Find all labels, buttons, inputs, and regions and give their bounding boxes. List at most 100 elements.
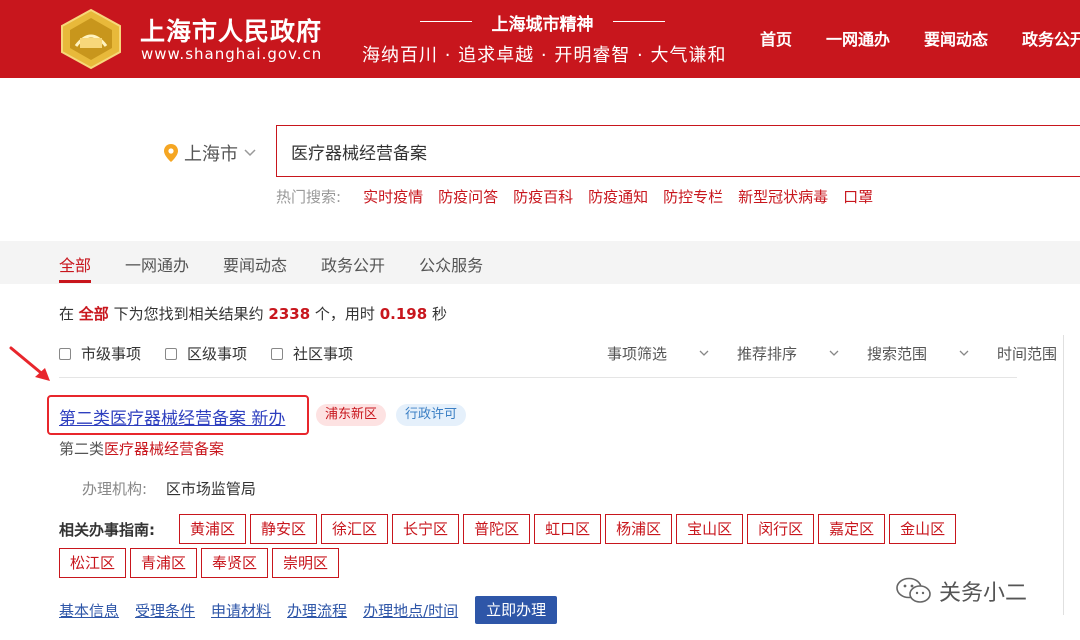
wechat-icon <box>896 577 931 603</box>
link-acceptance-conditions[interactable]: 受理条件 <box>135 600 195 621</box>
watermark: 关务小二 <box>895 575 1027 607</box>
level-filters: 市级事项 区级事项 社区事项 <box>59 343 377 364</box>
guide-district-button[interactable]: 崇明区 <box>272 548 340 578</box>
checkbox[interactable] <box>59 347 71 360</box>
site-name[interactable]: 上海市人民政府 <box>140 12 322 48</box>
main-nav: 首页 一网通办 要闻动态 政务公开 <box>760 26 1080 50</box>
checkbox[interactable] <box>271 347 284 360</box>
site-header: 上海市人民政府 www.shanghai.gov.cn 上海城市精神 海纳百川 … <box>0 0 1080 78</box>
nav-news[interactable]: 要闻动态 <box>924 26 988 50</box>
hot-term[interactable]: 口罩 <box>843 186 873 207</box>
nav-gov-affairs[interactable]: 政务公开 <box>1022 26 1080 50</box>
stats-text: 个，用时 <box>314 305 375 323</box>
guide-label: 相关办事指南: <box>59 521 155 539</box>
site-domain: www.shanghai.gov.cn <box>141 45 323 63</box>
stats-scope: 全部 <box>78 305 109 323</box>
nav-home[interactable]: 首页 <box>760 26 792 50</box>
result-subtitle: 第二类医疗器械经营备案 <box>59 438 224 459</box>
guide-district-button[interactable]: 静安区 <box>250 514 318 544</box>
search-input[interactable] <box>277 126 1080 176</box>
hot-searches-label: 热门搜索: <box>276 188 342 206</box>
dropdown-label: 推荐排序 <box>737 345 798 363</box>
dropdown-sort[interactable]: 推荐排序 <box>737 343 839 364</box>
guide-district-button[interactable]: 闵行区 <box>747 514 815 544</box>
stats-text: 下为您找到相关结果约 <box>113 305 264 323</box>
link-application-materials[interactable]: 申请材料 <box>211 600 271 621</box>
result-tabs: 全部 一网通办 要闻动态 政务公开 公众服务 <box>59 252 517 283</box>
hot-searches: 热门搜索: 实时疫情 防疫问答 防疫百科 防疫通知 防控专栏 新型冠状病毒 口罩 <box>276 186 888 207</box>
subtitle-text: 第二类 <box>59 440 105 458</box>
city-spirit-motto: 海纳百川 · 追求卓越 · 开明睿智 · 大气谦和 <box>362 45 727 66</box>
guide-district-button[interactable]: 长宁区 <box>392 514 460 544</box>
annotation-arrow-icon <box>9 346 50 381</box>
hot-term[interactable]: 新型冠状病毒 <box>738 186 828 207</box>
dropdown-label: 事项筛选 <box>607 345 668 363</box>
stats-text: 秒 <box>431 305 447 323</box>
hot-term[interactable]: 防疫问答 <box>438 186 498 207</box>
stats-time: 0.198 <box>379 305 428 323</box>
guide-district-button[interactable]: 普陀区 <box>463 514 531 544</box>
tab-news[interactable]: 要闻动态 <box>223 252 287 283</box>
link-location-time[interactable]: 办理地点/时间 <box>363 600 458 621</box>
hot-term[interactable]: 防疫通知 <box>588 186 648 207</box>
guide-district-button[interactable]: 徐汇区 <box>321 514 389 544</box>
shanghai-emblem-icon[interactable] <box>58 8 124 70</box>
tab-gov-affairs[interactable]: 政务公开 <box>321 252 385 283</box>
filter-city-level[interactable]: 市级事项 <box>59 343 141 364</box>
dropdown-time-range[interactable]: 时间范围 <box>997 343 1080 364</box>
apply-now-button[interactable]: 立即办理 <box>475 596 558 624</box>
nav-one-stop[interactable]: 一网通办 <box>826 26 890 50</box>
dropdown-label: 时间范围 <box>997 345 1058 363</box>
sort-dropdowns: 事项筛选 推荐排序 搜索范围 时间范围 <box>607 343 1080 364</box>
location-selector[interactable]: 上海市 <box>164 140 256 166</box>
guide-district-button[interactable]: 嘉定区 <box>818 514 886 544</box>
guide-district-button[interactable]: 松江区 <box>59 548 127 578</box>
checkbox[interactable] <box>165 347 178 360</box>
hot-term[interactable]: 实时疫情 <box>363 186 423 207</box>
filter-label: 市级事项 <box>81 345 142 363</box>
filter-label: 区级事项 <box>187 345 248 363</box>
guide-district-button[interactable]: 金山区 <box>889 514 957 544</box>
guide-district-button[interactable]: 宝山区 <box>676 514 744 544</box>
result-title-link[interactable]: 第二类医疗器械经营备案 新办 <box>59 404 285 429</box>
scrollbar-track[interactable] <box>1063 335 1064 615</box>
dropdown-item-filter[interactable]: 事项筛选 <box>607 343 709 364</box>
guide-district-button[interactable]: 奉贤区 <box>201 548 269 578</box>
type-badge: 行政许可 <box>396 404 467 426</box>
location-pin-icon <box>164 144 178 162</box>
filter-community-level[interactable]: 社区事项 <box>271 343 353 364</box>
hot-term[interactable]: 防疫百科 <box>513 186 573 207</box>
guide-district-button[interactable]: 虹口区 <box>534 514 602 544</box>
guide-district-button[interactable]: 杨浦区 <box>605 514 673 544</box>
filter-district-level[interactable]: 区级事项 <box>165 343 247 364</box>
tab-all[interactable]: 全部 <box>59 252 92 283</box>
result-stats: 在 全部 下为您找到相关结果约 2338 个，用时 0.198 秒 <box>59 303 447 324</box>
city-spirit-title: 上海城市精神 <box>420 10 665 35</box>
link-basic-info[interactable]: 基本信息 <box>59 600 119 621</box>
stats-text: 在 <box>59 305 75 323</box>
guide-districts-row2: 松江区 青浦区 奉贤区 崇明区 <box>59 548 340 578</box>
filter-label: 社区事项 <box>293 345 354 363</box>
watermark-text: 关务小二 <box>939 581 1028 606</box>
chevron-down-icon <box>829 350 839 356</box>
result-agency: 办理机构: 区市场监管局 <box>82 478 256 499</box>
divider <box>59 377 1017 378</box>
stats-count: 2338 <box>268 305 311 323</box>
dropdown-search-scope[interactable]: 搜索范围 <box>867 343 969 364</box>
chevron-down-icon <box>244 149 256 157</box>
district-badge: 浦东新区 <box>316 404 387 426</box>
tab-public-services[interactable]: 公众服务 <box>419 252 483 283</box>
search-box <box>276 125 1080 177</box>
guide-district-button[interactable]: 青浦区 <box>130 548 198 578</box>
subtitle-highlight: 医疗器械经营备案 <box>104 440 225 458</box>
result-links: 基本信息 受理条件 申请材料 办理流程 办理地点/时间 立即办理 <box>59 596 558 624</box>
tab-one-stop[interactable]: 一网通办 <box>125 252 189 283</box>
dropdown-label: 搜索范围 <box>867 345 928 363</box>
chevron-down-icon <box>699 350 709 356</box>
guide-district-button[interactable]: 黄浦区 <box>179 514 247 544</box>
guide-districts: 黄浦区 静安区 徐汇区 长宁区 普陀区 虹口区 杨浦区 宝山区 闵行区 嘉定区 … <box>179 514 1009 544</box>
link-process[interactable]: 办理流程 <box>287 600 347 621</box>
location-label: 上海市 <box>184 144 238 165</box>
chevron-down-icon <box>959 350 969 356</box>
hot-term[interactable]: 防控专栏 <box>663 186 723 207</box>
